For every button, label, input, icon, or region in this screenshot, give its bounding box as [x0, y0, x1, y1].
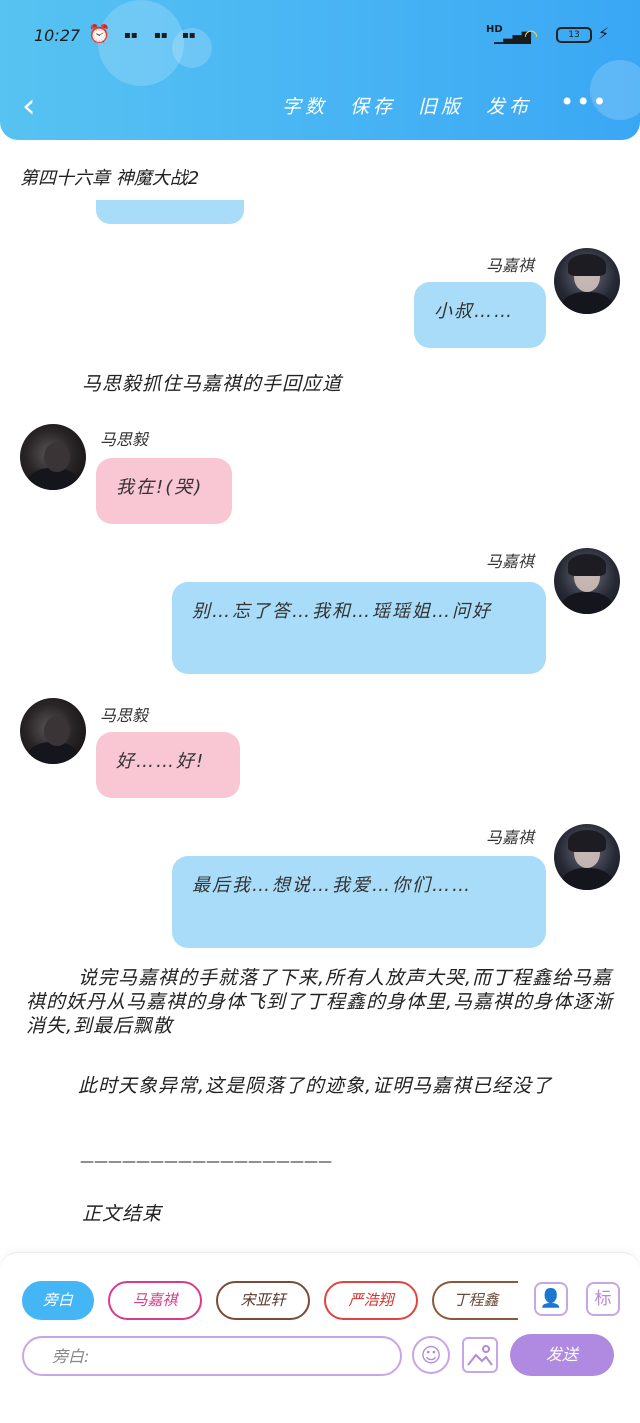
- role-song-yaxuan-button[interactable]: 宋亚轩: [216, 1281, 310, 1320]
- divider-line: ——————————————————: [80, 1154, 332, 1170]
- charging-icon: ⚡: [598, 24, 610, 43]
- chapter-title: 第四十六章 神魔大战2: [20, 168, 200, 189]
- chat-bubble[interactable]: 最后我…想说…我爱…你们……: [172, 856, 546, 948]
- speaker-name: 马嘉祺: [486, 552, 535, 571]
- decor-bubble: [98, 0, 184, 86]
- speaker-name: 马思毅: [100, 430, 149, 449]
- role-ding-chengxin-button[interactable]: 丁程鑫: [432, 1281, 518, 1320]
- avatar[interactable]: [20, 424, 86, 490]
- status-time: 10:27: [34, 26, 81, 45]
- alarm-icon: ⏰: [88, 24, 111, 45]
- avatar[interactable]: [554, 248, 620, 314]
- notification-icon: ▪▪: [124, 30, 138, 41]
- narration-line: 马思毅抓住马嘉祺的手回应道: [82, 373, 343, 395]
- ending-text: 正文结束: [82, 1203, 163, 1225]
- top-header: 10:27 ⏰ ▪▪ ▪▪ ▪▪ HD ▁▃▅▇ ◠ 13 ⚡ ‹ 字数 保存 …: [0, 0, 640, 140]
- avatar[interactable]: [554, 824, 620, 890]
- character-icon[interactable]: 👤: [534, 1282, 568, 1316]
- send-button[interactable]: 发送: [510, 1334, 614, 1376]
- avatar[interactable]: [20, 698, 86, 764]
- save-button[interactable]: 保存: [350, 92, 396, 119]
- mark-icon[interactable]: 标: [586, 1282, 620, 1316]
- speaker-name: 马嘉祺: [486, 256, 535, 275]
- role-ma-jiaqi-button[interactable]: 马嘉祺: [108, 1281, 202, 1320]
- emoji-icon[interactable]: ☺: [412, 1336, 450, 1374]
- avatar[interactable]: [554, 548, 620, 614]
- speaker-name: 马思毅: [100, 706, 149, 725]
- chat-bubble[interactable]: 别…忘了答…我和…瑶瑶姐…问好: [172, 582, 546, 674]
- partial-bubble: [96, 200, 244, 224]
- chat-bubble[interactable]: 小叔……: [414, 282, 546, 348]
- back-button[interactable]: ‹: [22, 86, 52, 126]
- chat-bubble[interactable]: 好……好!: [96, 732, 240, 798]
- image-icon[interactable]: [462, 1337, 498, 1373]
- speaker-name: 马嘉祺: [486, 828, 535, 847]
- message-input[interactable]: [22, 1336, 402, 1376]
- narration-paragraph: 说完马嘉祺的手就落了下来,所有人放声大哭,而丁程鑫给马嘉祺的妖丹从马嘉祺的身体飞…: [26, 967, 614, 1037]
- publish-button[interactable]: 发布: [486, 92, 532, 119]
- narration-paragraph: 此时天象异常,这是陨落了的迹象,证明马嘉祺已经没了: [78, 1075, 553, 1097]
- word-count-button[interactable]: 字数: [282, 92, 328, 119]
- notification-icon: ▪▪: [182, 30, 196, 41]
- old-version-button[interactable]: 旧版: [418, 92, 464, 119]
- more-icon[interactable]: •••: [560, 88, 608, 116]
- role-narrator-button[interactable]: 旁白: [22, 1281, 94, 1320]
- role-yan-haoxiang-button[interactable]: 严浩翔: [324, 1281, 418, 1320]
- battery-indicator: 13: [556, 27, 592, 43]
- chat-bubble[interactable]: 我在!(哭): [96, 458, 232, 524]
- wifi-icon: ◠: [524, 26, 538, 45]
- notification-icon: ▪▪: [154, 30, 168, 41]
